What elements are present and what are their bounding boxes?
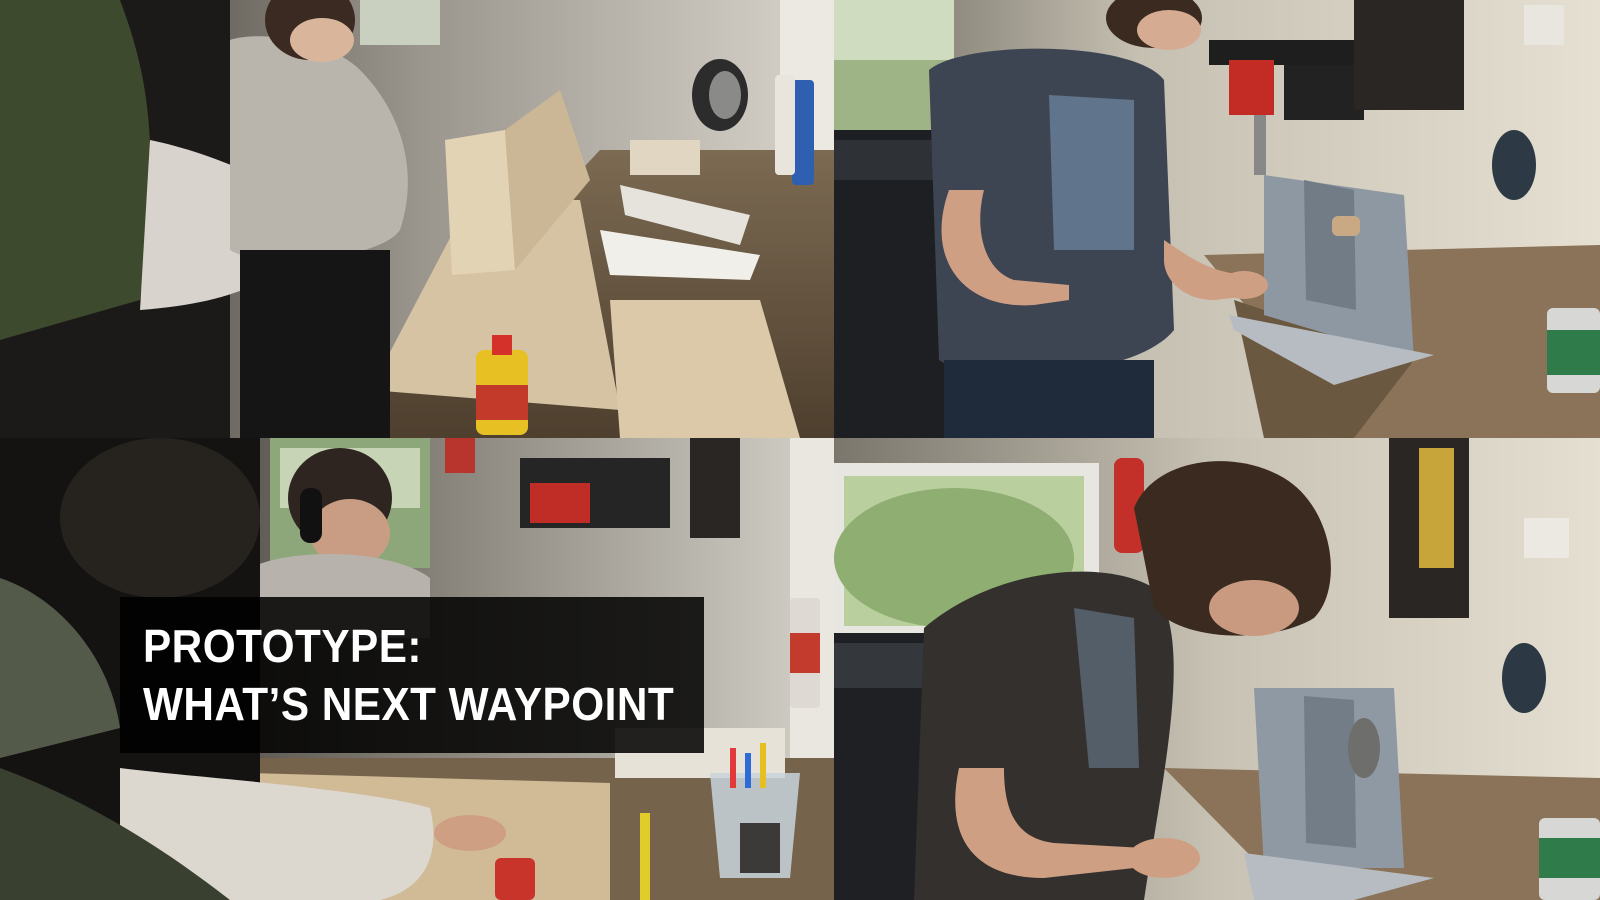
- photo-bottom-right: [834, 438, 1600, 900]
- photo-bottom-right-image: [834, 438, 1600, 900]
- photo-top-left: [0, 0, 834, 438]
- caption-line-2: WHAT’S NEXT WAYPOINT: [143, 678, 675, 730]
- caption-overlay: PROTOTYPE: WHAT’S NEXT WAYPOINT: [120, 597, 704, 753]
- photo-top-right-image: [834, 0, 1600, 438]
- caption-line-1: PROTOTYPE:: [143, 620, 422, 672]
- photo-top-right: [834, 0, 1600, 438]
- photo-top-left-image: [0, 0, 834, 438]
- video-frame: PROTOTYPE: WHAT’S NEXT WAYPOINT: [0, 0, 1600, 900]
- photo-collage: [0, 0, 1600, 900]
